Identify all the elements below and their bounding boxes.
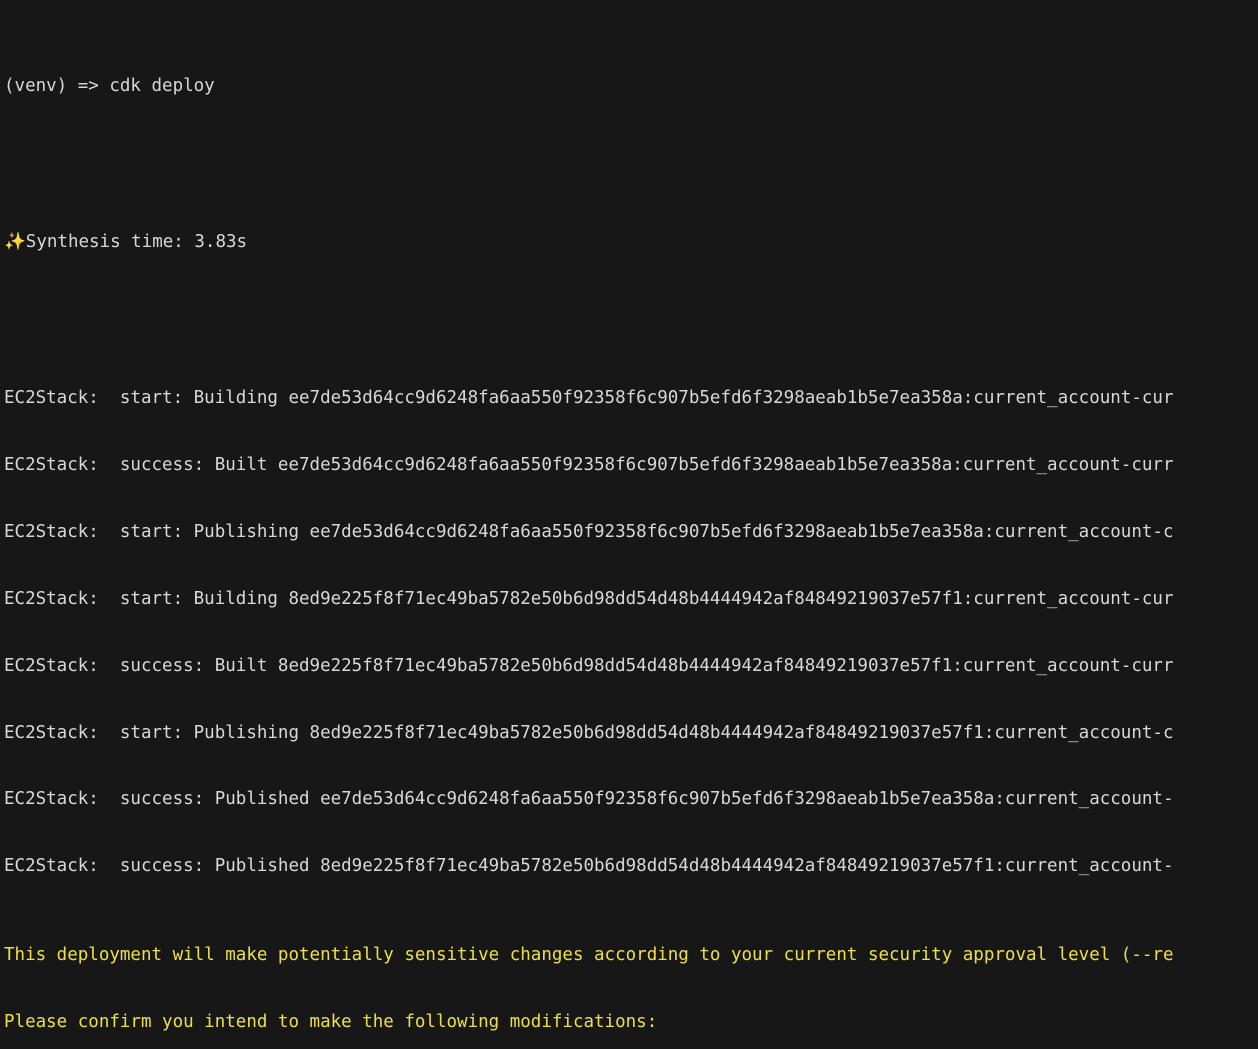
sparkle-icon: ✨	[4, 231, 26, 252]
log-line: EC2Stack: start: Publishing 8ed9e225f8f7…	[4, 722, 1174, 743]
terminal-window[interactable]: (venv) => cdk deploy ✨Synthesis time: 3.…	[0, 0, 1258, 1049]
log-line: EC2Stack: success: Built 8ed9e225f8f71ec…	[4, 655, 1174, 676]
log-line: EC2Stack: success: Published ee7de53d64c…	[4, 789, 1174, 810]
log-line: EC2Stack: start: Building 8ed9e225f8f71e…	[4, 588, 1174, 609]
log-line: EC2Stack: start: Building ee7de53d64cc9d…	[4, 388, 1174, 409]
synthesis-line: ✨Synthesis time: 3.83s	[4, 231, 1258, 253]
shell-prompt-line: (venv) => cdk deploy	[4, 75, 215, 96]
security-warning-line-1: This deployment will make potentially se…	[4, 945, 1174, 966]
security-warning-line-2: Please confirm you intend to make the fo…	[4, 1012, 658, 1033]
log-line: EC2Stack: success: Built ee7de53d64cc9d6…	[4, 454, 1174, 475]
synthesis-text: Synthesis time: 3.83s	[25, 231, 248, 252]
log-line: EC2Stack: success: Published 8ed9e225f8f…	[4, 856, 1174, 877]
log-line: EC2Stack: start: Publishing ee7de53d64cc…	[4, 521, 1174, 542]
